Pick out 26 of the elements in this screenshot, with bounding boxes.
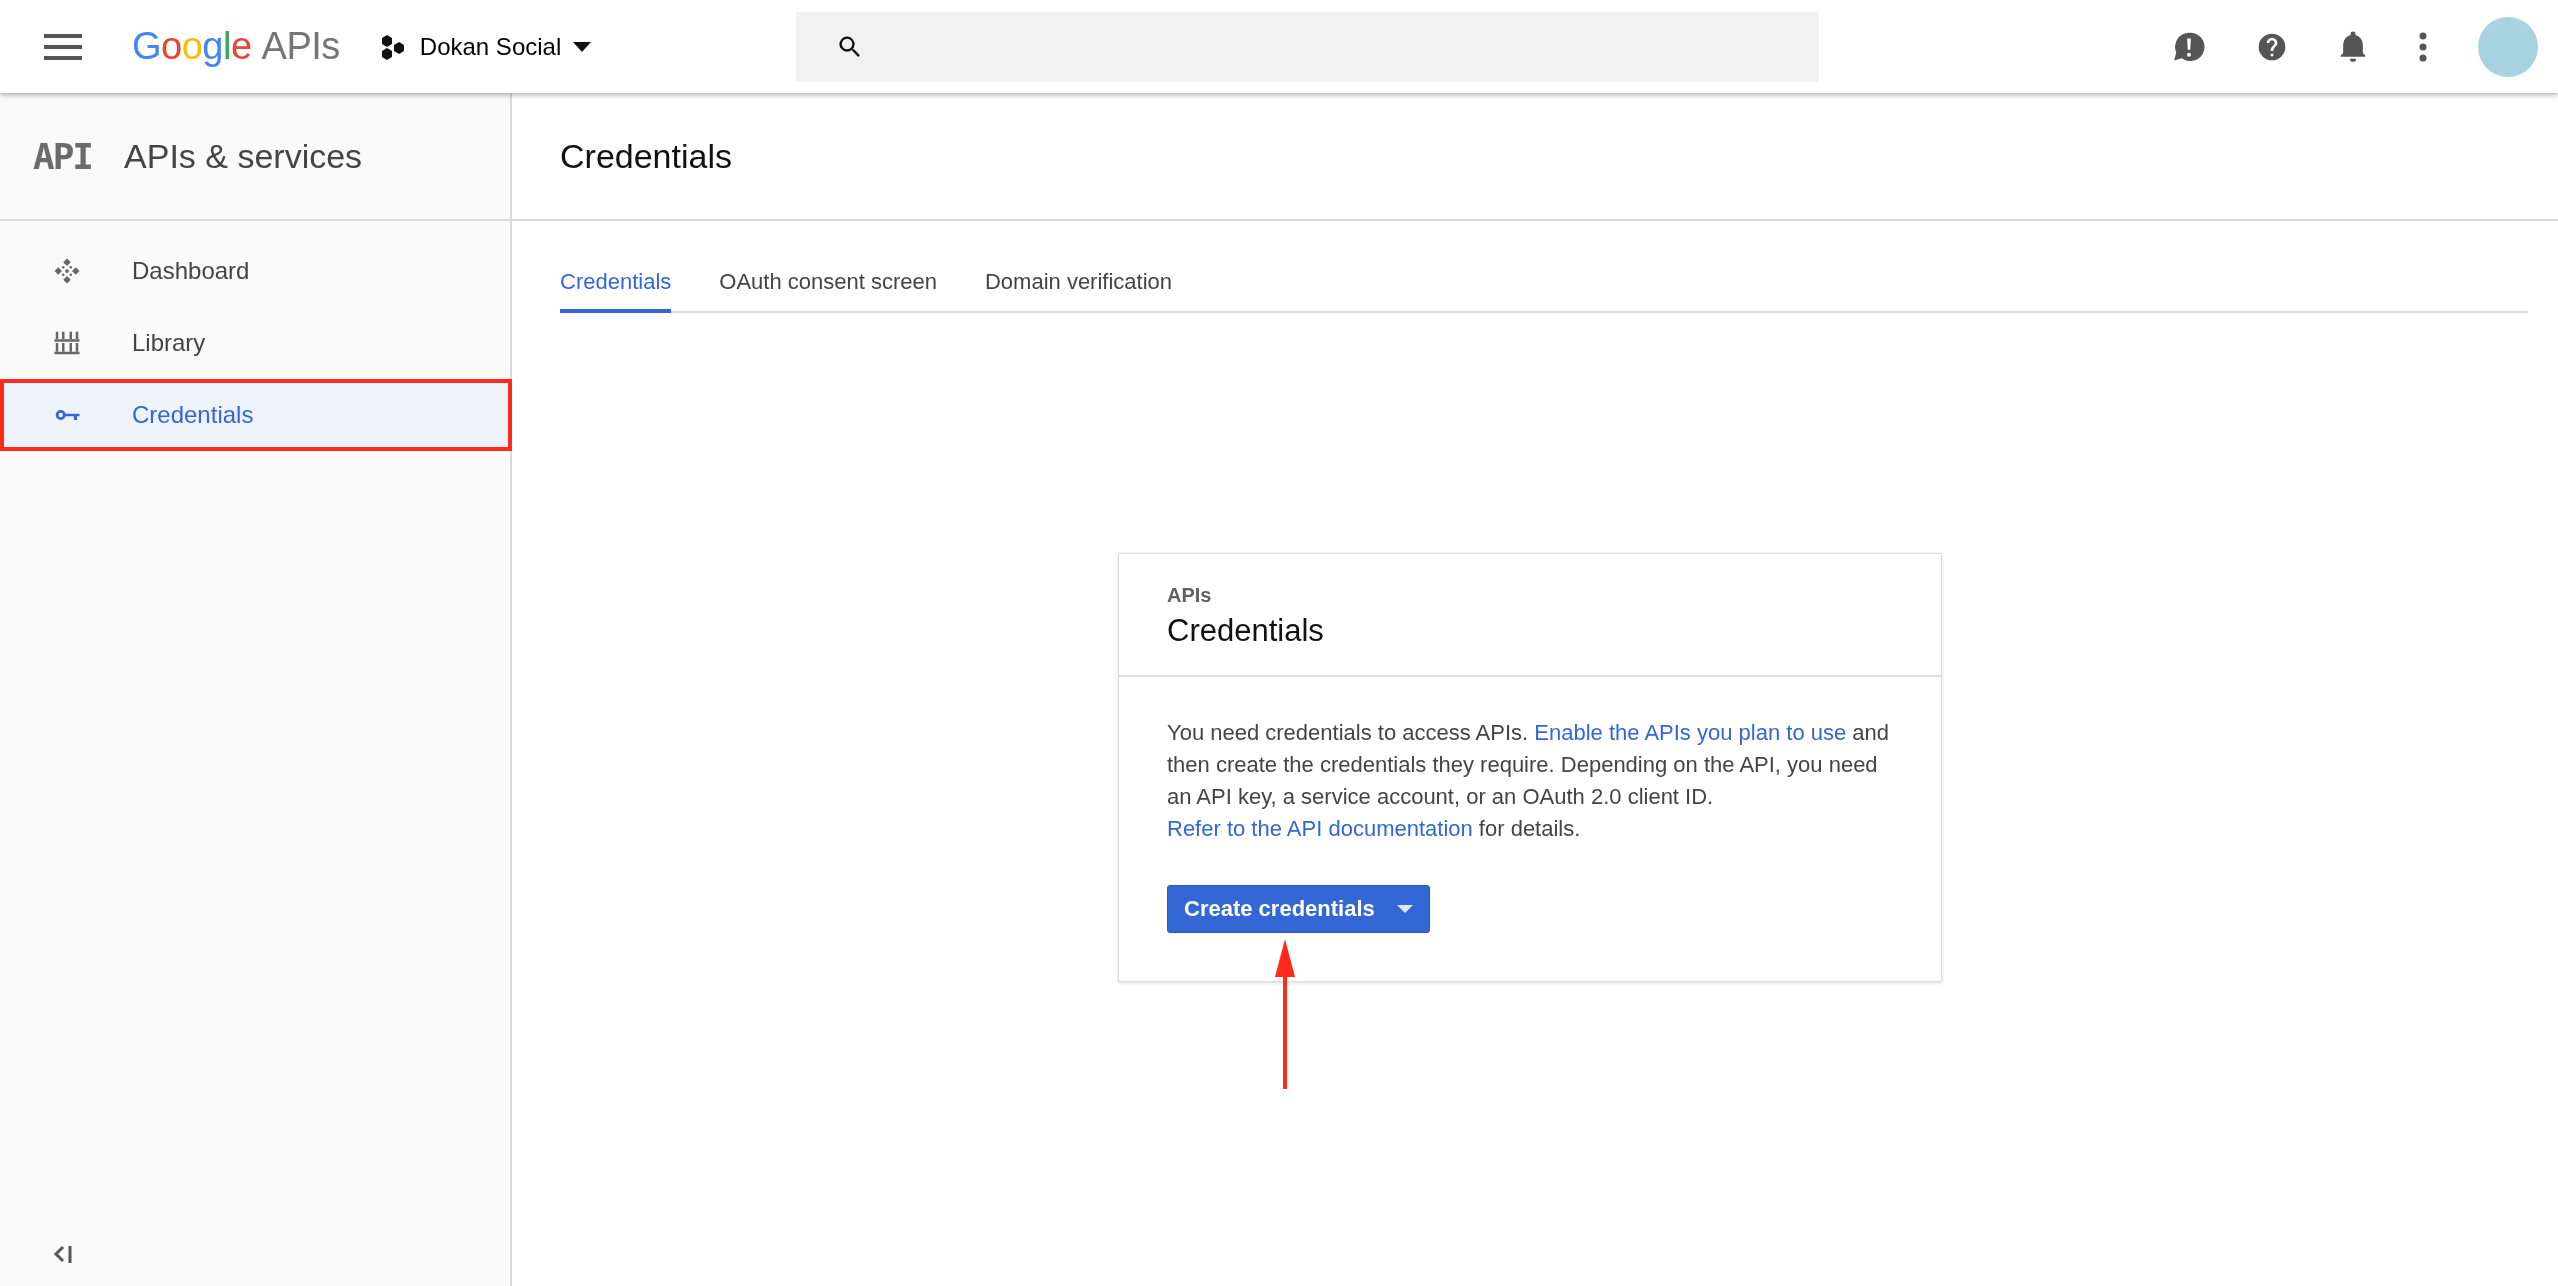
google-logo[interactable]: Google — [132, 25, 252, 68]
section-title: APIs & services — [124, 136, 363, 176]
sidebar-item[interactable]: Credentials — [0, 379, 512, 451]
create-credentials-button[interactable]: Create credentials — [1167, 885, 1430, 933]
tab[interactable]: Credentials — [560, 257, 672, 313]
collapse-icon[interactable] — [52, 1244, 74, 1264]
menu-icon[interactable] — [44, 32, 82, 61]
more-options-icon[interactable] — [2418, 31, 2428, 62]
card-overline: APIs — [1167, 584, 1213, 607]
project-selector[interactable]: Dokan Social — [375, 28, 596, 65]
product-name: APIs — [261, 25, 340, 68]
card-title: Credentials — [1167, 613, 1325, 649]
text-link[interactable]: Refer to the API documentation — [1167, 816, 1473, 841]
text-link[interactable]: Enable the APIs you plan to use — [1534, 720, 1847, 745]
caret-icon — [1396, 905, 1413, 913]
caret-icon — [573, 41, 592, 52]
tab[interactable]: Domain verification — [984, 257, 1173, 313]
api-logo: API — [33, 135, 93, 177]
card-description: You need credentials to access APIs. Enable the APIs you plan to use and then create the credentials they require. Depending on the API, you need an API key, a service account, or an OAuth 2.0 client ID. Refer to the API documentation for details. — [1167, 719, 1891, 843]
page-title: Credentials — [560, 136, 732, 176]
tab[interactable]: OAuth consent screen — [719, 257, 937, 313]
notifications-icon[interactable] — [2338, 30, 2368, 63]
dashboard-icon — [52, 256, 82, 286]
search-field[interactable] — [796, 11, 1820, 82]
sidebar-item[interactable]: Dashboard — [0, 235, 512, 307]
sidebar-item[interactable]: Library — [0, 307, 512, 379]
